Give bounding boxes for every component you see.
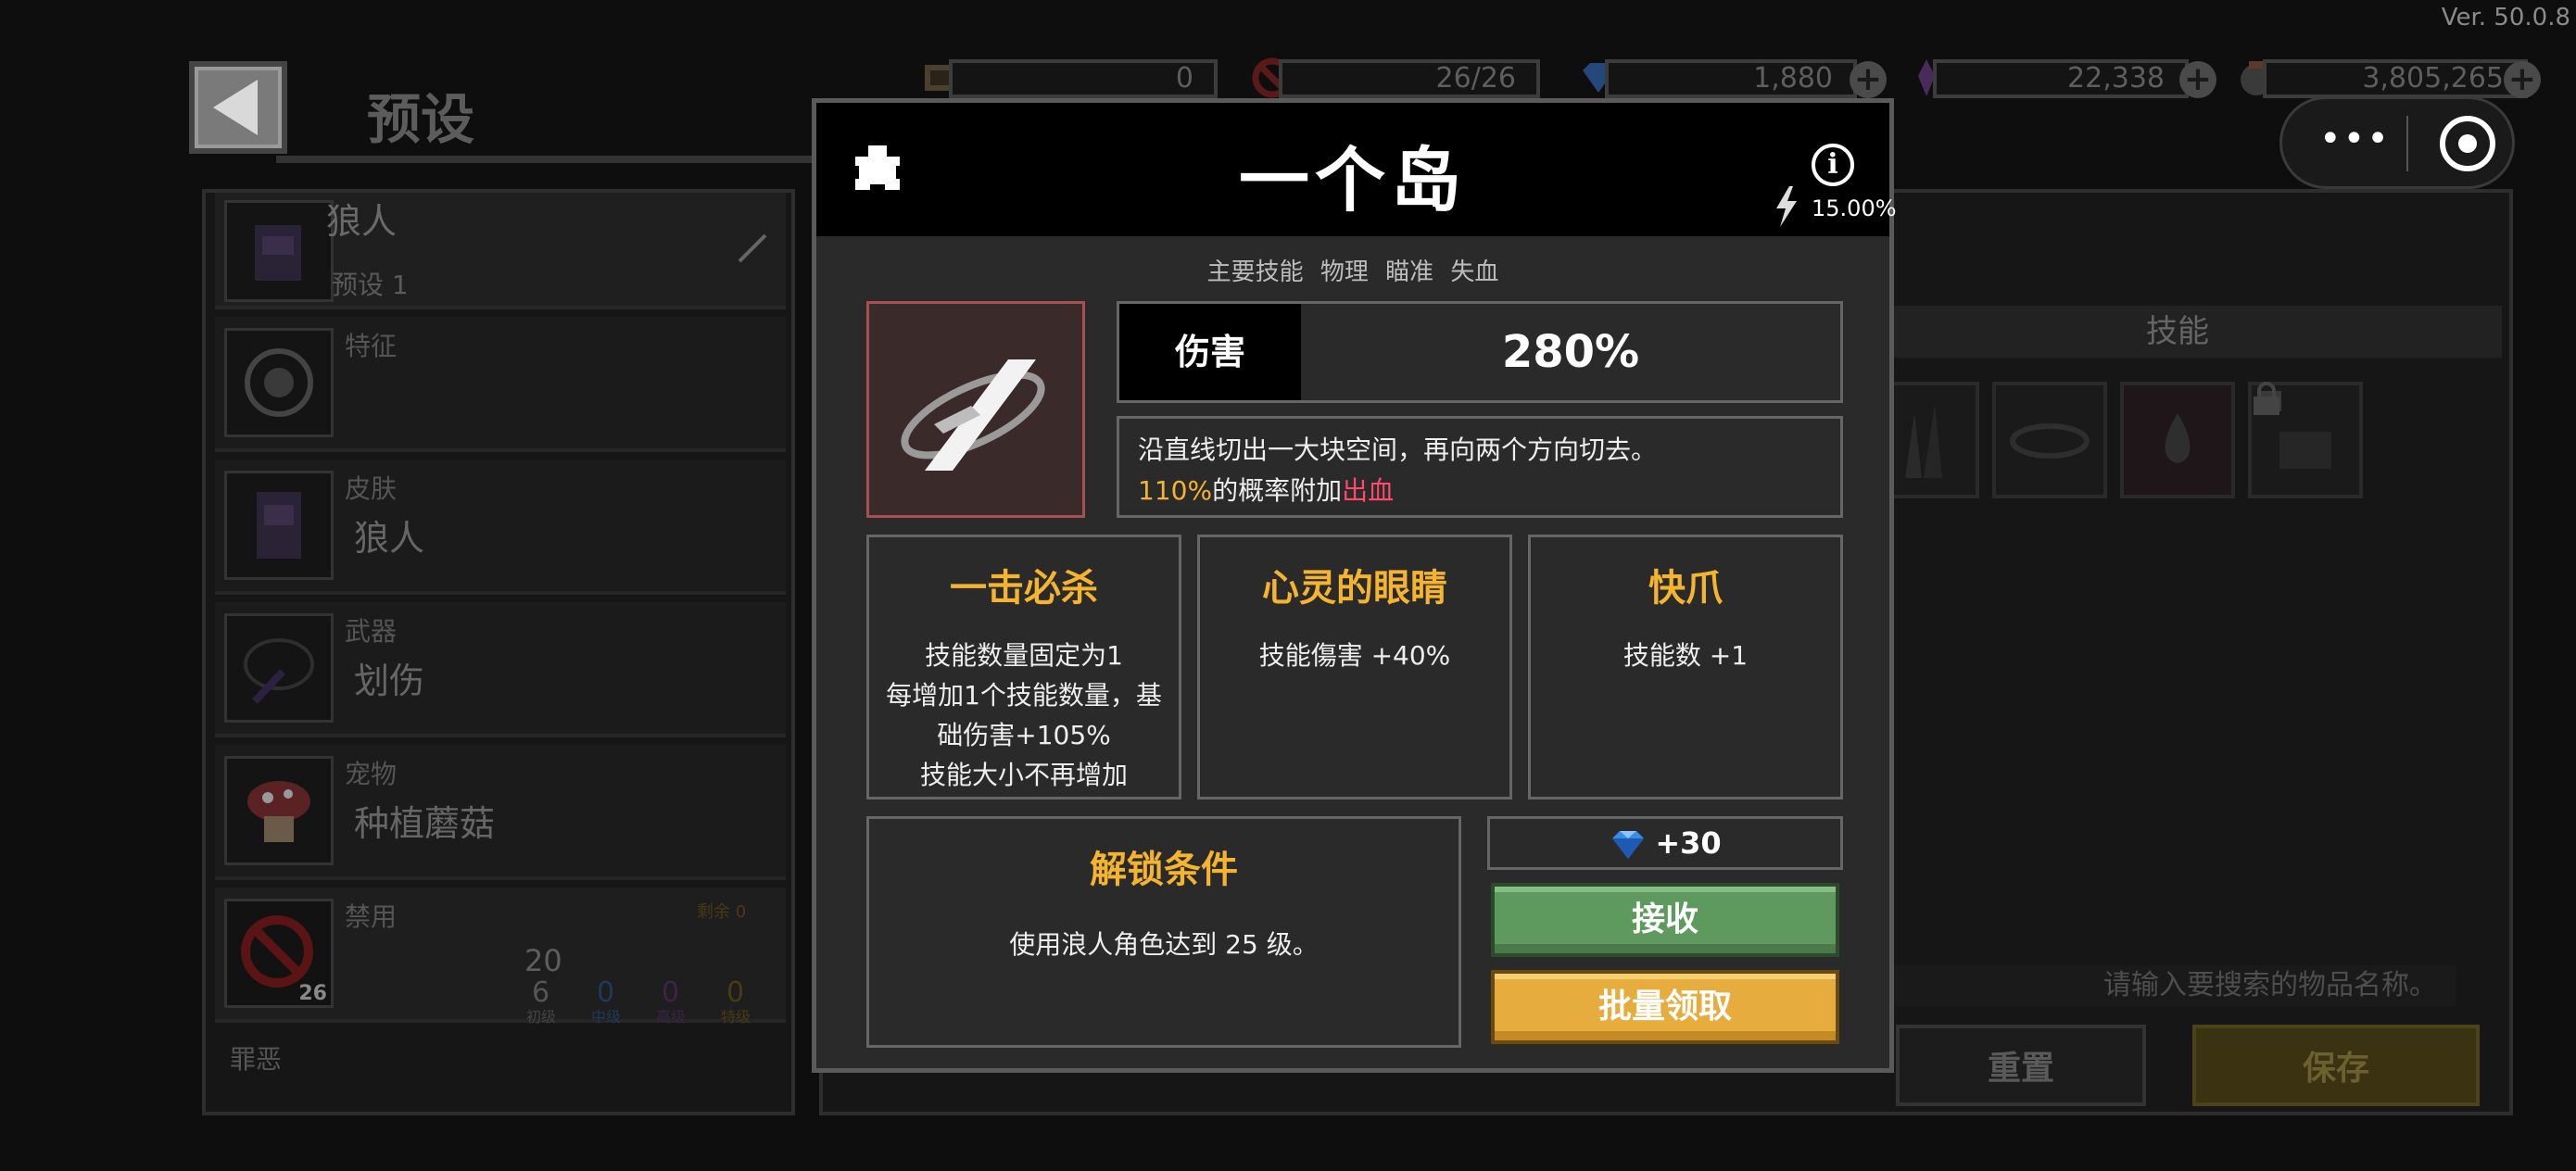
pet-thumbnail [224,756,334,865]
bulk-claim-button[interactable]: 批量领取 [1491,970,1839,1044]
diamond-count: 1,880 [1605,59,1857,98]
dialog-header: 一个岛 i 15.00% [816,103,1897,236]
skill-slot-2[interactable] [1992,382,2107,498]
ban-thumbnail: 26 [224,899,334,1008]
trait-icon [224,328,334,437]
sin-label: 罪恶 [230,1044,283,1075]
perk-2-desc: 技能傷害 +40% [1200,636,1509,675]
lock-icon [2248,382,2285,419]
ban-total: 20 [524,943,562,978]
skill-detail-dialog: 一个岛 i 15.00% 主要技能 物理 瞄准 失血 伤害 280% 沿直线切出… [812,98,1897,1073]
tier-2-label: 中级 [591,1008,622,1026]
reward-box: +30 [1487,816,1843,870]
description-mid: 的概率附加 [1212,475,1343,506]
bleed-chance: 110% [1138,475,1213,506]
bleed-keyword: 出血 [1342,475,1395,506]
perk-card-1[interactable]: 一击必杀 技能数量固定为1 每增加1个技能数量，基 础伤害+105% 技能大小不… [866,535,1181,800]
skill-description: 沿直线切出一大块空间，再向两个方向切去。 110%的概率附加出血 [1117,416,1843,518]
skin-name: 狼人 [354,518,425,559]
save-button[interactable]: 保存 [2192,1025,2480,1106]
skill-name: 一个岛 [1239,139,1467,221]
pet-label: 宠物 [345,759,398,789]
close-target-icon[interactable] [2440,116,2495,171]
loadout-panel: 狼人 预设 1 特征 皮肤 狼人 武器 划伤 宠物 种植蘑菇 26 禁用 20 … [202,189,795,1115]
skill-slot-3[interactable] [2120,382,2235,498]
character-name: 狼人 [326,201,398,242]
version-label: Ver. 50.0.8 [2441,4,2570,31]
trait-row[interactable]: 特征 [215,317,786,452]
unlock-description: 使用浪人角色达到 25 级。 [1009,929,1319,960]
coin-count: 3,805,265 [2263,59,2528,98]
damage-label: 伤害 [1119,304,1301,400]
weapon-row[interactable]: 武器 划伤 [215,602,786,737]
capsule-divider [2406,116,2408,171]
perk-1-title: 一击必杀 [950,567,1098,610]
title-underline [276,156,814,163]
add-crystal-button[interactable]: + [2179,61,2216,98]
info-icon[interactable]: i [1812,144,1854,186]
proc-chance: 15.00% [1812,195,1897,221]
perk-1-desc: 技能数量固定为1 每增加1个技能数量，基 础伤害+105% 技能大小不再增加 [869,636,1179,795]
perk-3-line-1: 技能数 +1 [1623,640,1749,671]
perk-2-line-1: 技能傷害 +40% [1258,640,1451,671]
damage-value: 280% [1501,326,1640,378]
damage-box: 伤害 280% [1117,301,1843,403]
add-diamond-button[interactable]: + [1850,61,1887,98]
perk-2-title: 心灵的眼睛 [1262,567,1447,610]
skin-label: 皮肤 [345,473,398,504]
back-button[interactable] [189,61,287,154]
perk-1-line-3: 础伤害+105% [937,720,1111,750]
tier-4-label: 特级 [721,1008,751,1026]
ban-label: 禁用 [345,901,398,932]
skill-slash-icon [866,301,1085,518]
skill-tags: 主要技能 物理 瞄准 失血 [1206,258,1499,286]
perk-1-line-2: 每增加1个技能数量，基 [886,680,1162,711]
crystal-count: 22,338 [1933,59,2189,98]
tier-3-label: 高级 [656,1008,687,1026]
reward-amount: +30 [1655,825,1722,861]
ban-count: 26/26 [1279,59,1540,98]
diamond-icon [1609,826,1648,859]
perk-card-3[interactable]: 快爪 技能数 +1 [1528,535,1843,800]
unlock-condition-box: 解锁条件 使用浪人角色达到 25 级。 [866,816,1461,1048]
add-coin-button[interactable]: + [2504,61,2541,98]
pet-name: 种植蘑菇 [354,803,496,844]
character-portrait [224,200,334,302]
weapon-thumbnail [224,613,334,723]
skin-thumbnail [224,471,334,580]
perk-card-2[interactable]: 心灵的眼睛 技能傷害 +40% [1197,535,1512,800]
skills-header: 技能 [1853,306,2502,358]
ban-row[interactable]: 26 禁用 20 剩余 0 6 0 0 0 初级 中级 高级 特级 [215,888,786,1026]
page-title: 预设 [367,88,475,151]
weapon-label: 武器 [345,616,398,647]
perk-1-line-1: 技能数量固定为1 [925,640,1123,671]
tier-1-label: 初级 [526,1008,557,1026]
remaining-label: 剩余 0 [697,902,747,922]
receive-button[interactable]: 接收 [1491,883,1839,957]
more-icon[interactable]: ••• [2319,118,2391,160]
search-input[interactable]: 请输入要搜索的物品名称。 [1890,965,2456,1006]
preset-label: 预设 1 [332,270,409,300]
game-screen: Ver. 50.0.8 预设 0 26/26 1,880 + 22,338 + … [0,0,2576,1171]
reset-button[interactable]: 重置 [1896,1025,2146,1106]
lightning-icon [1771,184,1804,229]
character-row[interactable]: 狼人 预设 1 [215,193,786,309]
menu-capsule: ••• [2279,96,2515,189]
description-line-1: 沿直线切出一大块空间，再向两个方向切去。 [1138,434,1658,465]
ban-badge: 26 [298,982,327,1005]
skin-row[interactable]: 皮肤 狼人 [215,460,786,595]
perk-3-desc: 技能数 +1 [1531,636,1840,675]
perk-3-title: 快爪 [1648,567,1723,610]
unlock-title: 解锁条件 [1090,849,1238,891]
edit-icon[interactable] [734,230,771,267]
description-line-2: 110%的概率附加出血 [1138,471,1822,511]
weapon-name: 划伤 [354,661,425,701]
perk-1-line-4: 技能大小不再增加 [919,760,1128,790]
trait-label: 特征 [345,331,398,361]
back-arrow-icon [213,80,258,135]
ticket-count: 0 [949,59,1218,98]
pet-row[interactable]: 宠物 种植蘑菇 [215,745,786,880]
